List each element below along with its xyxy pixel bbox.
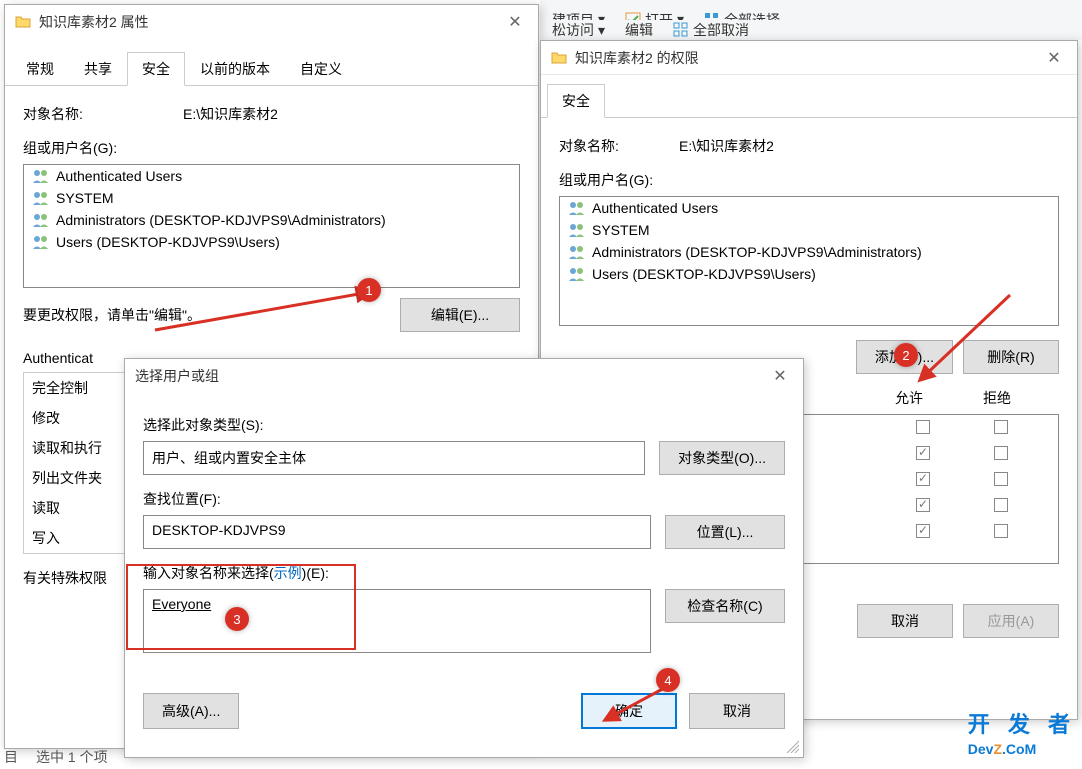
group-label: 组或用户名(G):	[23, 138, 520, 158]
tab-security[interactable]: 安全	[547, 84, 605, 118]
list-item[interactable]: Authenticated Users	[24, 165, 519, 187]
type-label: 选择此对象类型(S):	[143, 415, 785, 435]
ribbon-deselect-all[interactable]: 全部取消	[673, 20, 749, 40]
object-name-label: 对象名称:	[559, 136, 679, 156]
allow-checkbox[interactable]	[916, 498, 930, 512]
users-listbox[interactable]: Authenticated Users SYSTEM Administrator…	[559, 196, 1059, 326]
check-names-button[interactable]: 检查名称(C)	[665, 589, 785, 623]
allow-checkbox[interactable]	[916, 472, 930, 486]
allow-checkbox[interactable]	[916, 420, 930, 434]
callout-4: 4	[656, 668, 680, 692]
edit-button[interactable]: 编辑(E)...	[400, 298, 520, 332]
callout-1: 1	[357, 278, 381, 302]
location-label: 查找位置(F):	[143, 489, 785, 509]
properties-titlebar: 知识库素材2 属性 ✕	[5, 5, 538, 39]
watermark: 开 发 者 DevZ.CoM	[968, 713, 1076, 759]
tab-previous[interactable]: 以前的版本	[185, 52, 285, 86]
users-icon	[32, 212, 50, 228]
names-input[interactable]: Everyone	[143, 589, 651, 653]
list-item[interactable]: Users (DESKTOP-KDJVPS9\Users)	[560, 263, 1058, 285]
close-icon[interactable]: ✕	[502, 9, 528, 35]
names-label: 输入对象名称来选择(示例)(E):	[143, 563, 785, 583]
deny-checkbox[interactable]	[994, 446, 1008, 460]
deny-checkbox[interactable]	[994, 524, 1008, 538]
object-name-label: 对象名称:	[23, 104, 183, 124]
deny-checkbox[interactable]	[994, 498, 1008, 512]
folder-icon	[15, 14, 31, 30]
users-icon	[568, 200, 586, 216]
callout-3: 3	[225, 607, 249, 631]
select-title: 选择用户或组	[135, 366, 759, 386]
ribbon-edit[interactable]: 编辑	[625, 20, 653, 40]
users-icon	[32, 168, 50, 184]
tab-security[interactable]: 安全	[127, 52, 185, 86]
type-value: 用户、组或内置安全主体	[143, 441, 645, 475]
ribbon-fragment-row2: 松访问 ▾ 编辑 全部取消	[540, 20, 1082, 40]
callout-2: 2	[894, 343, 918, 367]
object-name-value: E:\知识库素材2	[183, 104, 278, 124]
close-icon[interactable]: ✕	[1041, 45, 1067, 71]
cancel-button[interactable]: 取消	[857, 604, 953, 638]
advanced-button[interactable]: 高级(A)...	[143, 693, 239, 729]
edit-hint: 要更改权限，请单击"编辑"。	[23, 305, 201, 325]
list-item[interactable]: Authenticated Users	[560, 197, 1058, 219]
properties-tabs: 常规 共享 安全 以前的版本 自定义	[5, 51, 538, 86]
list-item[interactable]: SYSTEM	[24, 187, 519, 209]
remove-button[interactable]: 删除(R)	[963, 340, 1059, 374]
permissions-title: 知识库素材2 的权限	[575, 48, 1033, 68]
example-link[interactable]: 示例	[274, 565, 302, 581]
list-item[interactable]: Users (DESKTOP-KDJVPS9\Users)	[24, 231, 519, 253]
close-icon[interactable]: ✕	[767, 363, 793, 389]
users-icon	[568, 266, 586, 282]
grid-outline-icon	[673, 22, 689, 38]
list-item[interactable]: SYSTEM	[560, 219, 1058, 241]
select-user-dialog: 选择用户或组 ✕ 选择此对象类型(S): 用户、组或内置安全主体 对象类型(O)…	[124, 358, 804, 758]
ok-button[interactable]: 确定	[581, 693, 677, 729]
cancel-button[interactable]: 取消	[689, 693, 785, 729]
object-types-button[interactable]: 对象类型(O)...	[659, 441, 785, 475]
users-icon	[32, 234, 50, 250]
users-icon	[32, 190, 50, 206]
ribbon-easy-access[interactable]: 松访问 ▾	[552, 20, 605, 40]
tab-general[interactable]: 常规	[11, 52, 69, 86]
list-item[interactable]: Administrators (DESKTOP-KDJVPS9\Administ…	[24, 209, 519, 231]
users-icon	[568, 244, 586, 260]
allow-checkbox[interactable]	[916, 524, 930, 538]
properties-title: 知识库素材2 属性	[39, 12, 494, 32]
location-value: DESKTOP-KDJVPS9	[143, 515, 651, 549]
list-item[interactable]: Administrators (DESKTOP-KDJVPS9\Administ…	[560, 241, 1058, 263]
group-label: 组或用户名(G):	[559, 170, 1059, 190]
locations-button[interactable]: 位置(L)...	[665, 515, 785, 549]
resize-grip-icon[interactable]	[785, 739, 799, 753]
statusbar: 目选中 1 个项	[4, 747, 108, 767]
tab-share[interactable]: 共享	[69, 52, 127, 86]
tab-custom[interactable]: 自定义	[285, 52, 357, 86]
folder-icon	[551, 50, 567, 66]
object-name-value: E:\知识库素材2	[679, 136, 774, 156]
col-deny: 拒绝	[983, 388, 1011, 408]
users-listbox[interactable]: Authenticated Users SYSTEM Administrator…	[23, 164, 520, 288]
allow-checkbox[interactable]	[916, 446, 930, 460]
permissions-titlebar: 知识库素材2 的权限 ✕	[541, 41, 1077, 75]
col-allow: 允许	[895, 388, 923, 408]
deny-checkbox[interactable]	[994, 472, 1008, 486]
deny-checkbox[interactable]	[994, 420, 1008, 434]
users-icon	[568, 222, 586, 238]
apply-button[interactable]: 应用(A)	[963, 604, 1059, 638]
